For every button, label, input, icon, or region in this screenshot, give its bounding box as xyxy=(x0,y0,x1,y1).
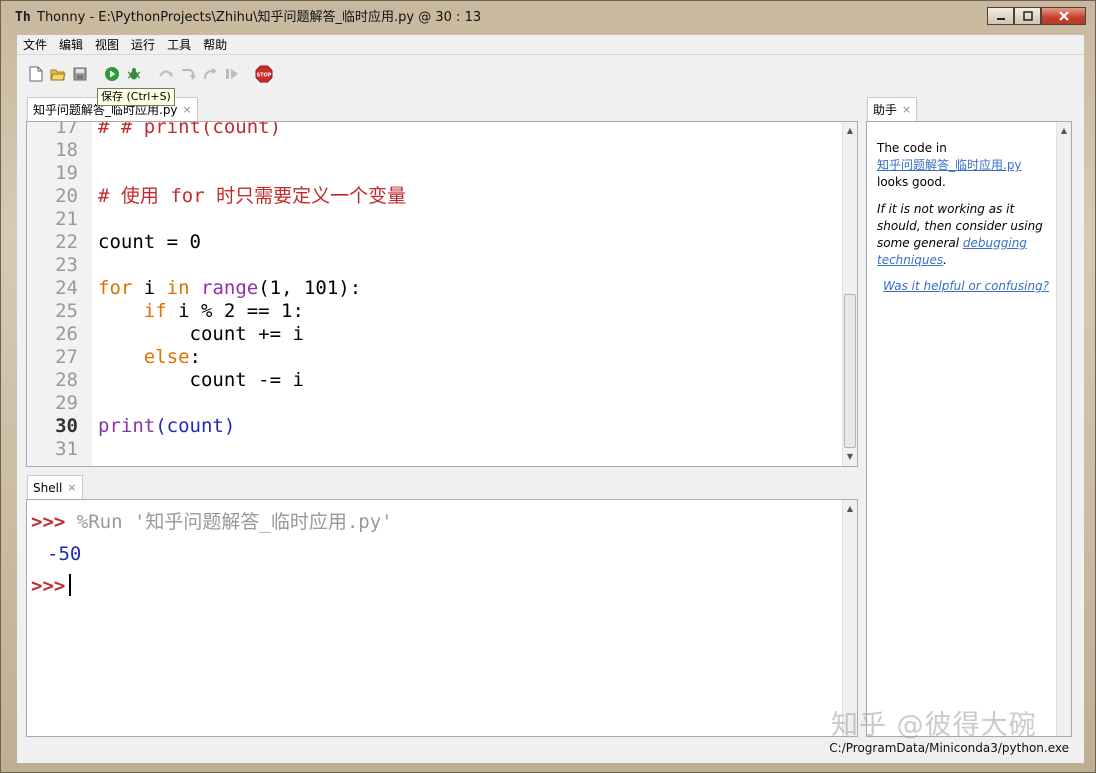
assistant-tab-label: 助手 xyxy=(873,103,898,117)
feedback-link[interactable]: Was it helpful or confusing? xyxy=(883,278,1058,295)
line-number: 26 xyxy=(55,323,78,345)
maximize-button[interactable] xyxy=(1014,7,1041,25)
menu-run[interactable]: 运行 xyxy=(125,35,161,55)
shell-prompt: >>> xyxy=(31,511,66,533)
line-number: 31 xyxy=(55,438,78,460)
line-number: 21 xyxy=(55,208,78,230)
close-tab-icon[interactable]: × xyxy=(67,481,76,494)
thonny-logo-icon: Th xyxy=(15,10,31,25)
menu-view[interactable]: 视图 xyxy=(89,35,125,55)
menu-tools[interactable]: 工具 xyxy=(161,35,197,55)
line-number-current: 30 xyxy=(55,415,78,437)
code-line: if i % 2 == 1: xyxy=(143,300,304,322)
line-number: 17 xyxy=(55,122,78,138)
line-number: 19 xyxy=(55,162,78,184)
step-into-button[interactable] xyxy=(177,63,199,85)
resume-icon xyxy=(226,69,238,79)
resume-button[interactable] xyxy=(221,63,243,85)
tab-shell[interactable]: Shell × xyxy=(27,475,83,499)
minimize-icon xyxy=(996,18,1005,20)
menu-help[interactable]: 帮助 xyxy=(197,35,233,55)
menu-bar: 文件 编辑 视图 运行 工具 帮助 xyxy=(17,35,1084,55)
assistant-panel: The code in 知乎问题解答_临时应用.py looks good. I… xyxy=(866,121,1072,737)
line-number: 25 xyxy=(55,300,78,322)
line-number: 24 xyxy=(55,277,78,299)
step-over-button[interactable] xyxy=(155,63,177,85)
maximize-icon xyxy=(1022,11,1033,21)
close-button[interactable] xyxy=(1041,7,1086,25)
debug-bug-icon xyxy=(127,68,141,80)
new-file-button[interactable] xyxy=(25,63,47,85)
editor-scrollbar[interactable]: ▲ ▼ xyxy=(842,122,857,466)
new-file-icon xyxy=(29,66,43,82)
scroll-down-icon[interactable]: ▼ xyxy=(843,450,857,464)
scroll-up-icon[interactable]: ▲ xyxy=(843,502,857,516)
code-line: count += i xyxy=(98,323,304,345)
line-number: 27 xyxy=(55,346,78,368)
minimize-button[interactable] xyxy=(987,7,1014,25)
menu-edit[interactable]: 编辑 xyxy=(53,35,89,55)
line-number: 29 xyxy=(55,392,78,414)
step-over-icon xyxy=(159,70,173,77)
stop-icon: STOP xyxy=(255,65,273,83)
assistant-file-link[interactable]: 知乎问题解答_临时应用.py xyxy=(877,157,1052,174)
line-number: 23 xyxy=(55,254,78,276)
step-out-icon xyxy=(204,68,217,80)
open-folder-icon xyxy=(50,69,66,81)
window-title: Thonny - E:\PythonProjects\Zhihu\知乎问题解答_… xyxy=(37,10,482,25)
run-icon xyxy=(105,67,119,81)
line-number: 18 xyxy=(55,139,78,161)
code-line: for i in range(1, 101): xyxy=(98,277,362,299)
watermark: 知乎 @彼得大碗 xyxy=(831,710,1037,741)
step-out-button[interactable] xyxy=(199,63,221,85)
line-number: 28 xyxy=(55,369,78,391)
title-bar[interactable]: Th Thonny - E:\PythonProjects\Zhihu\知乎问题… xyxy=(1,1,1095,35)
toolbar: STOP xyxy=(25,63,275,85)
scroll-up-icon[interactable]: ▲ xyxy=(843,124,857,138)
close-tab-icon[interactable]: × xyxy=(902,103,911,116)
stop-button[interactable]: STOP xyxy=(253,63,275,85)
scroll-up-icon[interactable]: ▲ xyxy=(1057,124,1071,138)
code-line-current: print(count) xyxy=(98,415,236,437)
code-line: # # print(count) xyxy=(98,122,282,138)
shell-run-command: %Run '知乎问题解答_临时应用.py' xyxy=(76,511,393,533)
save-icon xyxy=(73,67,87,81)
code-line: # 使用 for 时只需要定义一个变量 xyxy=(98,185,407,207)
save-button[interactable] xyxy=(69,63,91,85)
code-line: else: xyxy=(143,346,201,368)
shell-tab-label: Shell xyxy=(33,480,63,495)
code-line: count -= i xyxy=(98,369,304,391)
shell-scrollbar[interactable]: ▲ xyxy=(842,500,857,736)
save-tooltip: 保存 (Ctrl+S) xyxy=(97,88,175,106)
main-area: STOP 保存 (Ctrl+S) 知乎问题解答_临时应用.py × 17 18 … xyxy=(17,55,1084,763)
close-tab-icon[interactable]: × xyxy=(183,103,192,116)
code-line: count = 0 xyxy=(98,231,201,253)
svg-text:STOP: STOP xyxy=(257,73,272,79)
line-number: 20 xyxy=(55,185,78,207)
line-number-gutter: 17 18 19 20 21 22 23 24 25 26 27 28 29 3… xyxy=(27,122,92,466)
shell-console[interactable]: >>> %Run '知乎问题解答_临时应用.py' -50 >>> ▲ xyxy=(26,499,858,737)
run-button[interactable] xyxy=(101,63,123,85)
code-text-area[interactable]: # # print(count) # 使用 for 时只需要定义一个变量 cou… xyxy=(92,122,842,466)
thonny-window: Th Thonny - E:\PythonProjects\Zhihu\知乎问题… xyxy=(0,0,1096,773)
window-controls xyxy=(987,7,1086,25)
assistant-hint: If it is not working as it should, then … xyxy=(877,202,1043,267)
line-number: 22 xyxy=(55,231,78,253)
menu-file[interactable]: 文件 xyxy=(17,35,53,55)
shell-output: -50 xyxy=(47,543,82,565)
assistant-scrollbar[interactable]: ▲ xyxy=(1056,122,1071,736)
code-editor[interactable]: 17 18 19 20 21 22 23 24 25 26 27 28 29 3… xyxy=(26,121,858,467)
assistant-message: The code in 知乎问题解答_临时应用.py looks good. xyxy=(877,140,1052,191)
open-file-button[interactable] xyxy=(47,63,69,85)
shell-input-line[interactable]: >>> xyxy=(31,574,72,598)
scroll-thumb[interactable] xyxy=(844,294,856,448)
close-icon xyxy=(1058,11,1069,21)
text-cursor xyxy=(69,574,72,596)
status-interpreter[interactable]: C:/ProgramData/Miniconda3/python.exe xyxy=(829,741,1069,755)
debug-button[interactable] xyxy=(123,63,145,85)
shell-prompt: >>> xyxy=(31,575,66,597)
step-into-icon xyxy=(182,69,196,80)
shell-run-line: >>> %Run '知乎问题解答_临时应用.py' xyxy=(31,510,393,534)
tab-assistant[interactable]: 助手 × xyxy=(867,97,918,121)
